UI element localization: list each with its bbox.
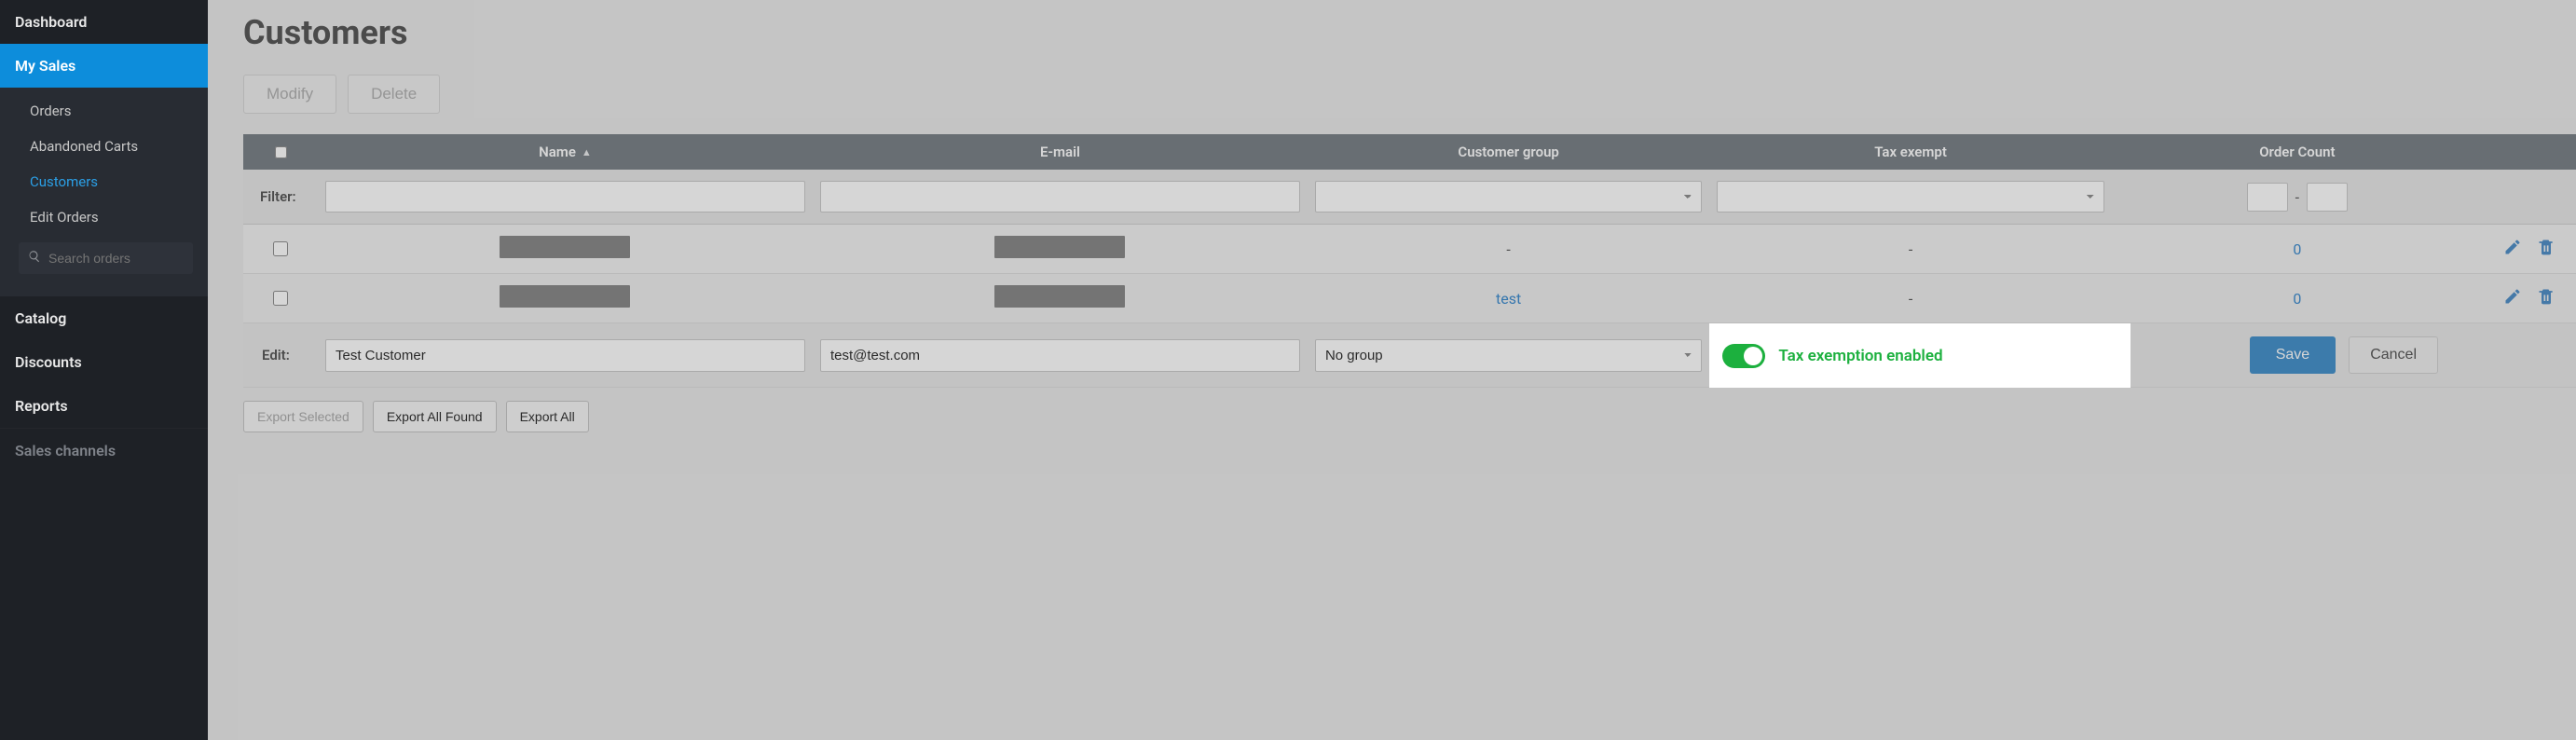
sidebar-item-reports[interactable]: Reports <box>0 384 208 428</box>
sidebar-sub-orders[interactable]: Orders <box>0 93 208 129</box>
row-group-link[interactable]: test <box>1308 290 1709 308</box>
main-content: Customers Modify Delete Name ▲ E-mail Cu… <box>208 0 2576 740</box>
row-group: - <box>1308 240 1709 258</box>
edit-label: Edit: <box>243 347 318 363</box>
edit-icon[interactable] <box>2503 238 2522 260</box>
row-tax: - <box>1709 290 2111 308</box>
sidebar-item-discounts[interactable]: Discounts <box>0 340 208 384</box>
filter-label: Filter: <box>243 188 318 205</box>
range-separator: - <box>2295 188 2299 206</box>
modify-button[interactable]: Modify <box>243 75 336 114</box>
redacted-email <box>994 236 1125 258</box>
sidebar-sub-customers[interactable]: Customers <box>0 164 208 199</box>
filter-order-min[interactable] <box>2247 183 2288 212</box>
redacted-email <box>994 285 1125 308</box>
filter-order-max[interactable] <box>2307 183 2348 212</box>
row-actions <box>2483 287 2576 309</box>
header-email[interactable]: E-mail <box>813 144 1308 160</box>
export-selected-button[interactable]: Export Selected <box>243 401 363 432</box>
filter-tax-select[interactable] <box>1717 181 2103 212</box>
delete-icon[interactable] <box>2537 238 2555 260</box>
sidebar-item-dashboard[interactable]: Dashboard <box>0 0 208 44</box>
header-group[interactable]: Customer group <box>1308 144 1709 160</box>
search-icon <box>28 250 41 267</box>
header-order-count[interactable]: Order Count <box>2112 144 2483 160</box>
filter-email-input[interactable] <box>820 181 1300 212</box>
filter-group-select[interactable] <box>1315 181 1702 212</box>
header-name[interactable]: Name ▲ <box>318 144 813 160</box>
export-row: Export Selected Export All Found Export … <box>243 401 2576 432</box>
edit-icon[interactable] <box>2503 287 2522 309</box>
row-checkbox[interactable] <box>273 291 288 306</box>
tax-exemption-label: Tax exemption enabled <box>1778 347 1942 365</box>
edit-email-input[interactable] <box>820 339 1300 372</box>
tax-exemption-toggle[interactable] <box>1722 344 1765 368</box>
sidebar-sub-abandoned-carts[interactable]: Abandoned Carts <box>0 129 208 164</box>
cancel-button[interactable]: Cancel <box>2349 336 2438 374</box>
table-header: Name ▲ E-mail Customer group Tax exempt … <box>243 134 2576 170</box>
page-title: Customers <box>243 0 2576 62</box>
header-checkbox-cell <box>243 146 318 158</box>
edit-row: Edit: No group Save Cancel <box>243 323 2576 388</box>
sidebar: Dashboard My Sales Orders Abandoned Cart… <box>0 0 208 740</box>
filter-row: Filter: - <box>243 170 2576 225</box>
filter-order-count-range: - <box>2112 183 2483 212</box>
sidebar-item-my-sales[interactable]: My Sales <box>0 44 208 88</box>
row-order-count[interactable]: 0 <box>2112 240 2483 258</box>
row-actions <box>2483 238 2576 260</box>
bulk-action-row: Modify Delete <box>243 75 2576 114</box>
search-input[interactable] <box>48 251 217 266</box>
filter-name-input[interactable] <box>325 181 805 212</box>
export-all-button[interactable]: Export All <box>506 401 589 432</box>
export-all-found-button[interactable]: Export All Found <box>373 401 497 432</box>
row-order-count[interactable]: 0 <box>2112 290 2483 308</box>
sidebar-search[interactable] <box>19 242 193 274</box>
row-tax: - <box>1709 240 2111 258</box>
sidebar-sub-edit-orders[interactable]: Edit Orders <box>0 199 208 235</box>
sort-asc-icon: ▲ <box>582 146 592 158</box>
header-tax[interactable]: Tax exempt <box>1709 144 2111 160</box>
sidebar-item-sales-channels[interactable]: Sales channels <box>0 428 208 473</box>
sidebar-submenu: Orders Abandoned Carts Customers Edit Or… <box>0 88 208 296</box>
row-checkbox[interactable] <box>273 241 288 256</box>
tax-exemption-highlight: Tax exemption enabled <box>1709 323 2130 388</box>
edit-group-select[interactable]: No group <box>1315 339 1702 372</box>
sidebar-item-catalog[interactable]: Catalog <box>0 296 208 340</box>
table-row: test - 0 <box>243 274 2576 323</box>
edit-name-input[interactable] <box>325 339 805 372</box>
header-name-label: Name <box>539 144 576 160</box>
delete-icon[interactable] <box>2537 287 2555 309</box>
redacted-name <box>500 285 630 308</box>
delete-button[interactable]: Delete <box>348 75 440 114</box>
select-all-checkbox[interactable] <box>275 146 287 158</box>
redacted-name <box>500 236 630 258</box>
table-row: - - 0 <box>243 225 2576 274</box>
save-button[interactable]: Save <box>2250 336 2336 374</box>
